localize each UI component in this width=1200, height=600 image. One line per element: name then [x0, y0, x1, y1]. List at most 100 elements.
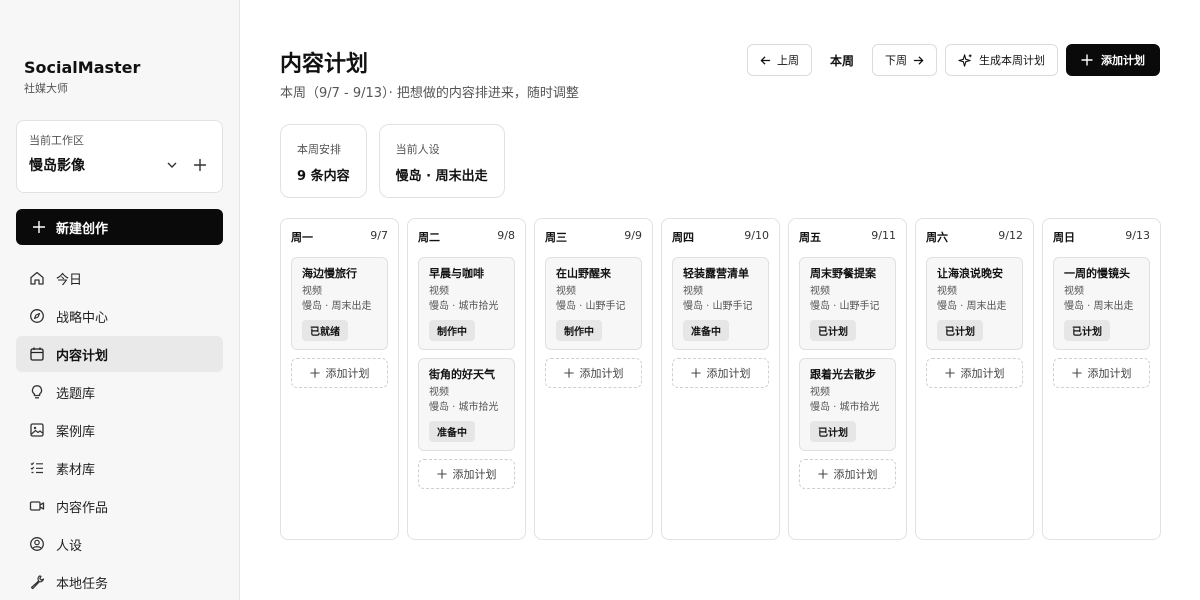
new-creation-button[interactable]: 新建创作 — [16, 209, 223, 245]
sidebar-item-today[interactable]: 今日 — [16, 260, 223, 296]
stats-row: 本周安排 9 条内容 当前人设 慢岛 · 周末出走 — [280, 124, 517, 198]
generate-week-plan-button[interactable]: 生成本周计划 — [945, 44, 1058, 76]
plan-card[interactable]: 早晨与咖啡 视频 慢岛 · 城市拾光 制作中 — [418, 257, 515, 350]
plan-card-persona: 慢岛 · 城市拾光 — [810, 402, 880, 413]
sidebar-item-content-plan[interactable]: 内容计划 — [16, 336, 223, 372]
stat-label: 当前人设 — [395, 143, 440, 156]
day-header: 周二 9/8 — [418, 229, 515, 245]
day-column: 周四 9/10 轻装露营清单 视频 慢岛 · 山野手记 准备中 添加计划 — [661, 218, 780, 540]
sidebar-item-cases[interactable]: 案例库 — [16, 412, 223, 448]
sidebar-nav: 今日 战略中心 内容计划 选题库 案例库 素材库 内容作品 人设 本地任务 — [16, 260, 223, 600]
page-subtitle: 本周（9/7 - 9/13）· 把想做的内容排进来，随时调整 — [280, 86, 579, 101]
plan-card-title: 街角的好天气 — [429, 368, 495, 381]
workspace-value[interactable]: 慢岛影像 — [29, 155, 154, 175]
status-badge: 已计划 — [937, 320, 983, 341]
day-column: 周三 9/9 在山野醒来 视频 慢岛 · 山野手记 制作中添加计划 — [534, 218, 653, 540]
plan-card-type: 视频 — [429, 387, 449, 398]
plan-card-type: 视频 — [937, 286, 957, 297]
plan-card[interactable]: 海边慢旅行 视频 慢岛 · 周末出走 已就绪 — [291, 257, 388, 350]
status-badge: 已计划 — [810, 421, 856, 442]
add-plan-slot-label: 添加计划 — [579, 367, 624, 380]
status-badge: 已计划 — [1064, 320, 1110, 341]
new-creation-label: 新建创作 — [56, 221, 109, 237]
plan-card-type: 视频 — [683, 286, 703, 297]
plan-card[interactable]: 一周的慢镜头 视频 慢岛 · 周末出走 已计划 — [1053, 257, 1150, 350]
arrow-right-icon — [913, 55, 924, 66]
plan-card-persona: 慢岛 · 城市拾光 — [429, 301, 499, 312]
plus-icon — [690, 368, 701, 378]
day-header: 周三 9/9 — [545, 229, 642, 245]
add-plan-slot-label: 添加计划 — [1087, 367, 1132, 380]
day-date: 9/8 — [497, 229, 515, 242]
add-plan-slot-label: 添加计划 — [833, 468, 878, 481]
plan-card[interactable]: 让海浪说晚安 视频 慢岛 · 周末出走 已计划 — [926, 257, 1023, 350]
sidebar-item-label: 人设 — [56, 538, 83, 554]
plan-card-type: 视频 — [556, 286, 576, 297]
day-header: 周六 9/12 — [926, 229, 1023, 245]
sidebar-item-materials[interactable]: 素材库 — [16, 450, 223, 486]
page-title: 内容计划 — [280, 52, 369, 77]
add-plan-button[interactable]: 添加计划 — [1066, 44, 1160, 76]
prev-week-button[interactable]: 上周 — [746, 44, 812, 76]
status-badge: 制作中 — [556, 320, 602, 341]
add-plan-slot-button[interactable]: 添加计划 — [672, 358, 769, 388]
add-plan-slot-label: 添加计划 — [325, 367, 370, 380]
status-badge: 已计划 — [810, 320, 856, 341]
add-plan-slot-button[interactable]: 添加计划 — [926, 358, 1023, 388]
sidebar-item-strategy[interactable]: 战略中心 — [16, 298, 223, 334]
wrench-icon — [28, 573, 46, 591]
status-badge: 准备中 — [429, 421, 475, 442]
plan-card[interactable]: 在山野醒来 视频 慢岛 · 山野手记 制作中 — [545, 257, 642, 350]
day-date: 9/10 — [744, 229, 769, 242]
add-workspace-icon[interactable] — [190, 155, 210, 175]
day-name: 周一 — [291, 231, 313, 244]
day-date: 9/11 — [871, 229, 896, 242]
brand-subtitle: 社媒大师 — [24, 82, 68, 95]
plan-card-type: 视频 — [302, 286, 322, 297]
sidebar-item-label: 素材库 — [56, 462, 96, 478]
plus-icon — [33, 221, 45, 233]
plan-card[interactable]: 跟着光去散步 视频 慢岛 · 城市拾光 已计划 — [799, 358, 896, 451]
plan-card-persona: 慢岛 · 山野手记 — [810, 301, 880, 312]
image-gallery-icon — [28, 421, 46, 439]
plus-icon — [436, 469, 447, 479]
day-date: 9/12 — [998, 229, 1023, 242]
add-plan-slot-button[interactable]: 添加计划 — [545, 358, 642, 388]
plus-icon — [563, 368, 574, 378]
plan-card-title: 周末野餐提案 — [810, 267, 876, 280]
compass-icon — [28, 307, 46, 325]
add-plan-slot-button[interactable]: 添加计划 — [418, 459, 515, 489]
add-plan-slot-button[interactable]: 添加计划 — [291, 358, 388, 388]
current-week-label[interactable]: 本周 — [830, 52, 854, 69]
day-column: 周二 9/8 早晨与咖啡视频 慢岛 · 城市拾光制作中街角的好天气 视频 慢岛 · 城市拾… — [407, 218, 526, 540]
status-badge: 制作中 — [429, 320, 475, 341]
sidebar-item-label: 本地任务 — [56, 576, 109, 592]
generate-week-plan-label: 生成本周计划 — [979, 54, 1045, 67]
add-plan-slot-button[interactable]: 添加计划 — [799, 459, 896, 489]
chevron-down-icon[interactable] — [162, 155, 182, 175]
next-week-button[interactable]: 下周 — [872, 44, 937, 76]
plan-card-title: 轻装露营清单 — [683, 267, 749, 280]
sidebar-item-persona[interactable]: 人设 — [16, 526, 223, 562]
plan-card[interactable]: 街角的好天气 视频 慢岛 · 城市拾光 准备中 — [418, 358, 515, 451]
add-plan-slot-button[interactable]: 添加计划 — [1053, 358, 1150, 388]
workspace-label: 当前工作区 — [29, 134, 84, 147]
day-column: 周五 9/11 周末野餐提案 视频 慢岛 · 山野手记 已计划 跟着光去散步 视频 慢岛 · 城… — [788, 218, 907, 540]
plan-card-persona: 慢岛 · 周末出走 — [1064, 301, 1134, 312]
arrow-left-icon — [760, 55, 771, 66]
sidebar-item-works[interactable]: 内容作品 — [16, 488, 223, 524]
plan-card[interactable]: 轻装露营清单 视频 慢岛 · 山野手记 准备中 — [672, 257, 769, 350]
plan-card[interactable]: 周末野餐提案 视频 慢岛 · 山野手记 已计划 — [799, 257, 896, 350]
video-icon — [28, 497, 46, 515]
plus-icon — [1071, 368, 1082, 378]
plan-card-title: 海边慢旅行 — [302, 267, 357, 280]
sidebar-item-topics[interactable]: 选题库 — [16, 374, 223, 410]
sidebar-item-label: 今日 — [56, 272, 83, 288]
stat-value: 慢岛 · 周末出走 — [395, 169, 488, 184]
sidebar-item-local-tasks[interactable]: 本地任务 — [16, 564, 223, 600]
plan-card-persona: 慢岛 · 周末出走 — [302, 301, 372, 312]
brand: SocialMaster 社媒大师 — [24, 58, 140, 96]
sparkles-icon — [958, 53, 973, 68]
status-badge: 准备中 — [683, 320, 729, 341]
plan-card-title: 早晨与咖啡 — [429, 267, 484, 280]
